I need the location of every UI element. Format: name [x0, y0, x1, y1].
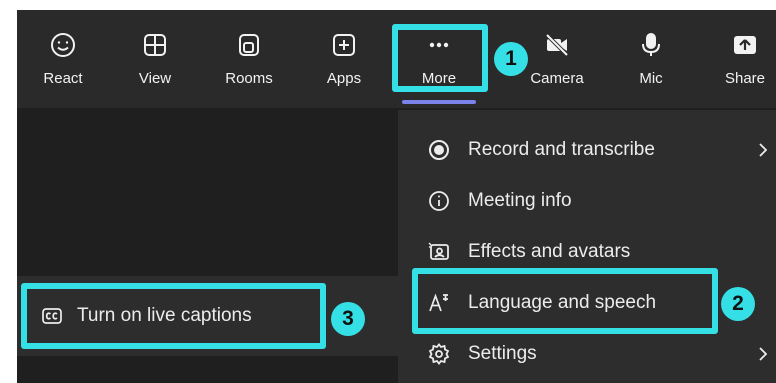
grid-view-icon	[142, 32, 168, 58]
menu-item-label: Meeting info	[468, 190, 572, 211]
menu-item-label: Settings	[468, 343, 537, 364]
menu-item-language-and-speech[interactable]: Language and speech	[398, 278, 776, 328]
more-menu: Record and transcribe Meeting info Effec…	[398, 110, 776, 383]
rooms-icon	[236, 32, 262, 58]
gear-icon	[428, 343, 450, 365]
more-dots-icon	[426, 32, 452, 58]
menu-item-label: Record and transcribe	[468, 139, 655, 160]
turn-on-live-captions-item[interactable]: Turn on live captions	[27, 293, 327, 339]
more-button[interactable]: More	[399, 10, 479, 108]
view-label: View	[138, 70, 172, 87]
microphone-icon	[638, 32, 664, 58]
chevron-right-icon	[756, 343, 770, 365]
menu-item-effects-and-avatars[interactable]: Effects and avatars	[398, 227, 776, 277]
menu-item-label: Effects and avatars	[468, 241, 631, 262]
smiley-icon	[50, 32, 76, 58]
effects-icon	[428, 241, 450, 263]
share-icon	[732, 32, 758, 58]
step-badge-3: 3	[331, 302, 365, 336]
camera-label: Camera	[530, 70, 584, 87]
menu-item-settings[interactable]: Settings	[398, 329, 776, 379]
step-badge-1: 1	[494, 42, 528, 76]
view-button[interactable]: View	[115, 10, 195, 108]
react-label: React	[43, 70, 83, 87]
mic-label: Mic	[639, 70, 663, 87]
rooms-button[interactable]: Rooms	[209, 10, 289, 108]
more-label: More	[421, 70, 457, 87]
language-icon	[428, 292, 450, 314]
share-button[interactable]: Share	[705, 10, 776, 108]
camera-off-icon	[544, 32, 570, 58]
record-icon	[428, 139, 450, 161]
rooms-label: Rooms	[225, 70, 273, 87]
menu-item-record-and-transcribe[interactable]: Record and transcribe	[398, 125, 776, 175]
chevron-right-icon	[756, 139, 770, 161]
apps-button[interactable]: Apps	[304, 10, 384, 108]
meeting-toolbar: React View Rooms Apps More Camera Mic Sh…	[17, 10, 776, 108]
mic-button[interactable]: Mic	[611, 10, 691, 108]
react-button[interactable]: React	[23, 10, 103, 108]
menu-item-label: Language and speech	[468, 292, 657, 313]
step-badge-2: 2	[721, 287, 755, 321]
share-label: Share	[724, 70, 766, 87]
menu-item-meeting-info[interactable]: Meeting info	[398, 176, 776, 226]
add-app-icon	[331, 32, 357, 58]
cc-icon	[41, 305, 63, 327]
apps-label: Apps	[326, 70, 362, 87]
meeting-stage: React View Rooms Apps More Camera Mic Sh…	[17, 10, 776, 383]
live-captions-label: Turn on live captions	[77, 305, 252, 326]
camera-button[interactable]: Camera	[517, 10, 597, 108]
info-icon	[428, 190, 450, 212]
more-active-indicator	[402, 100, 476, 104]
